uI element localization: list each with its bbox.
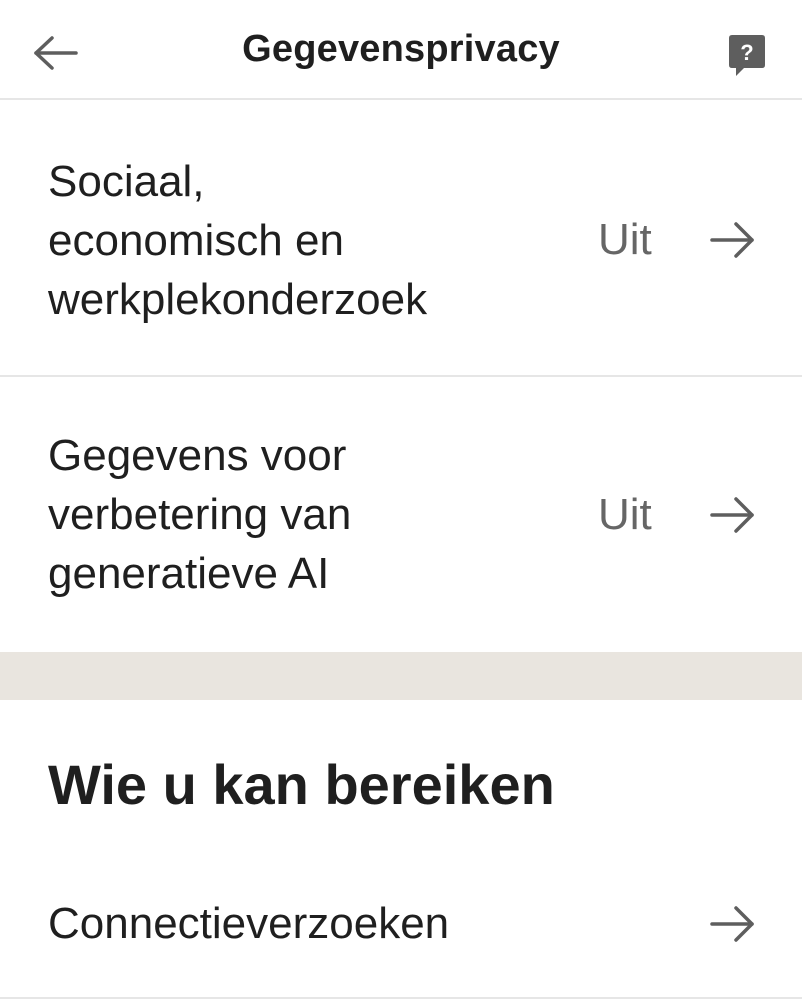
arrow-right-icon [710,906,754,942]
arrow-right-icon [710,497,754,533]
settings-row-generative-ai-data[interactable]: Gegevens voor verbetering van generatiev… [0,377,802,652]
arrow-right-icon [710,222,754,258]
settings-row-connection-requests[interactable]: Connectieverzoeken [0,870,802,980]
svg-text:?: ? [740,40,753,65]
page-title: Gegevensprivacy [242,28,560,70]
help-button[interactable]: ? [722,30,772,82]
help-question-icon: ? [729,35,765,76]
row-divider [0,997,802,999]
row-label: Gegevens voor verbetering van generatiev… [48,431,352,598]
row-status-value: Uit [598,215,652,264]
row-label: Sociaal, economisch en werkplekonderzoek [48,157,428,324]
section-heading: Wie u kan bereiken [48,753,555,816]
section-separator [0,652,802,700]
row-status-value: Uit [598,490,652,539]
top-app-bar: Gegevensprivacy ? [0,0,802,100]
row-label: Connectieverzoeken [48,899,450,948]
settings-row-social-economic-research[interactable]: Sociaal, economisch en werkplekonderzoek… [0,100,802,376]
